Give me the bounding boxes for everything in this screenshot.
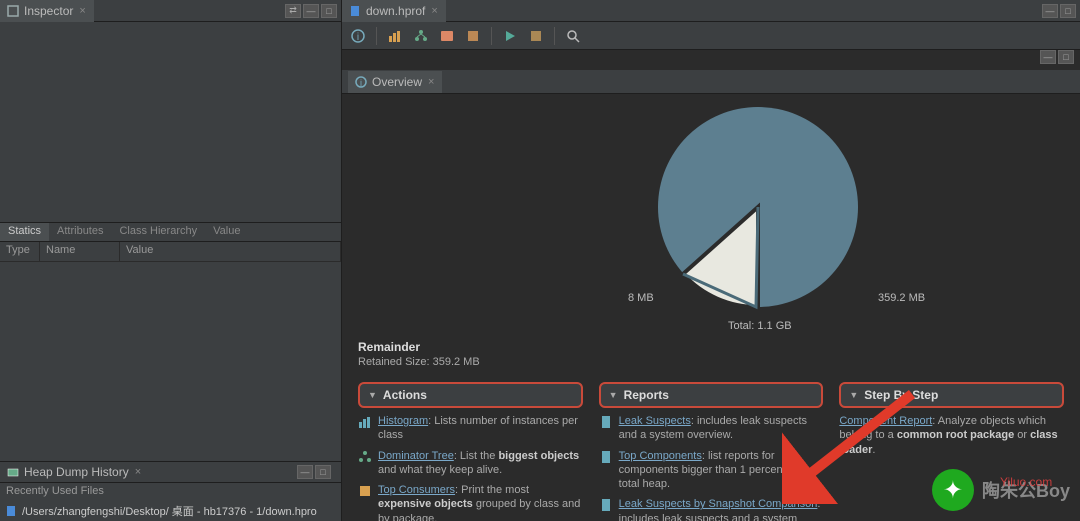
oql-icon[interactable]: [437, 26, 457, 46]
thread-icon[interactable]: [463, 26, 483, 46]
chevron-down-icon: ▼: [368, 390, 377, 400]
report-leak-suspects[interactable]: Leak Suspects: includes leak suspects an…: [599, 414, 824, 443]
report-leak-comparison[interactable]: Leak Suspects by Snapshot Comparison: in…: [599, 497, 824, 521]
column-headers: Type Name Value: [0, 242, 341, 262]
maximize-icon[interactable]: □: [315, 465, 331, 479]
overview-tab[interactable]: i Overview ×: [348, 71, 442, 93]
step-component-report[interactable]: Component Report: Analyze objects which …: [839, 414, 1064, 457]
inspector-tab[interactable]: Inspector ×: [0, 0, 94, 22]
history-icon: [6, 465, 20, 479]
wechat-icon: ✦: [932, 469, 974, 511]
col-name[interactable]: Name: [40, 242, 120, 261]
pie-label-right: 359.2 MB: [878, 292, 925, 304]
maximize-icon[interactable]: □: [1058, 50, 1074, 64]
section-step-title: Step By Step: [864, 388, 938, 402]
report-icon: [599, 450, 613, 464]
chevron-down-icon: ▼: [609, 390, 618, 400]
close-icon[interactable]: ×: [429, 5, 439, 17]
section-actions-title: Actions: [383, 388, 427, 402]
consumers-icon: [358, 484, 372, 498]
minimize-icon[interactable]: —: [297, 465, 313, 479]
tab-statics[interactable]: Statics: [0, 223, 49, 241]
close-icon[interactable]: ×: [426, 76, 436, 88]
section-actions-header[interactable]: ▼ Actions: [358, 382, 583, 408]
section-step-header[interactable]: ▼ Step By Step: [839, 382, 1064, 408]
recent-files-label: Recently Used Files: [0, 483, 341, 501]
close-icon[interactable]: ×: [133, 466, 143, 478]
maximize-icon[interactable]: □: [1060, 4, 1076, 18]
chevron-down-icon: ▼: [849, 390, 858, 400]
overview-tab-label: Overview: [372, 75, 422, 89]
action-top-consumers[interactable]: Top Consumers: Print the most expensive …: [358, 483, 583, 521]
section-reports-header[interactable]: ▼ Reports: [599, 382, 824, 408]
action-dominator[interactable]: Dominator Tree: List the biggest objects…: [358, 449, 583, 478]
recent-file-path: /Users/zhangfengshi/Desktop/ 桌面 - hb1737…: [22, 503, 317, 519]
maximize-icon[interactable]: □: [321, 4, 337, 18]
file-tab-label: down.hprof: [366, 4, 425, 18]
col-type[interactable]: Type: [0, 242, 40, 261]
svg-text:i: i: [357, 32, 359, 43]
report-top-components[interactable]: Top Components: list reports for compone…: [599, 449, 824, 492]
swap-icon[interactable]: ⇄: [285, 4, 301, 18]
inspector-tab-label: Inspector: [24, 4, 73, 18]
watermark-overlay: Yiluo.com: [1000, 475, 1052, 489]
minimize-icon[interactable]: —: [303, 4, 319, 18]
report-icon: [599, 415, 613, 429]
file-icon: [4, 504, 18, 518]
tab-class-hierarchy[interactable]: Class Hierarchy: [111, 223, 205, 241]
minimize-icon[interactable]: —: [1042, 4, 1058, 18]
section-reports-title: Reports: [624, 388, 669, 402]
recent-file-row[interactable]: /Users/zhangfengshi/Desktop/ 桌面 - hb1737…: [0, 501, 341, 521]
toolbar: i: [342, 22, 1080, 50]
histogram-icon[interactable]: [385, 26, 405, 46]
action-histogram[interactable]: Histogram: Lists number of instances per…: [358, 414, 583, 443]
query-icon[interactable]: [526, 26, 546, 46]
tree-icon: [358, 450, 372, 464]
watermark: ✦ 陶朱公Boy Yiluo.com: [932, 469, 1070, 511]
report-icon: [599, 498, 613, 512]
tree-icon[interactable]: [411, 26, 431, 46]
close-icon[interactable]: ×: [77, 5, 87, 17]
col-value[interactable]: Value: [120, 242, 341, 261]
remainder-title: Remainder: [358, 340, 1064, 354]
inspector-icon: [6, 4, 20, 18]
tab-attributes[interactable]: Attributes: [49, 223, 111, 241]
histogram-icon: [358, 415, 372, 429]
search-icon[interactable]: [563, 26, 583, 46]
pie-total-label: Total: 1.1 GB: [728, 320, 792, 332]
statics-tab-bar: Statics Attributes Class Hierarchy Value: [0, 222, 341, 242]
tab-value[interactable]: Value: [205, 223, 248, 241]
heap-history-label[interactable]: Heap Dump History: [24, 465, 129, 479]
info-icon: i: [354, 75, 368, 89]
file-icon: [348, 4, 362, 18]
pie-label-left: 8 MB: [628, 292, 654, 304]
minimize-icon[interactable]: —: [1040, 50, 1056, 64]
info-icon[interactable]: i: [348, 26, 368, 46]
pie-chart: [648, 102, 868, 322]
file-tab[interactable]: down.hprof ×: [342, 0, 446, 22]
run-icon[interactable]: [500, 26, 520, 46]
svg-text:i: i: [360, 78, 362, 88]
remainder-retained: Retained Size: 359.2 MB: [358, 356, 1064, 368]
